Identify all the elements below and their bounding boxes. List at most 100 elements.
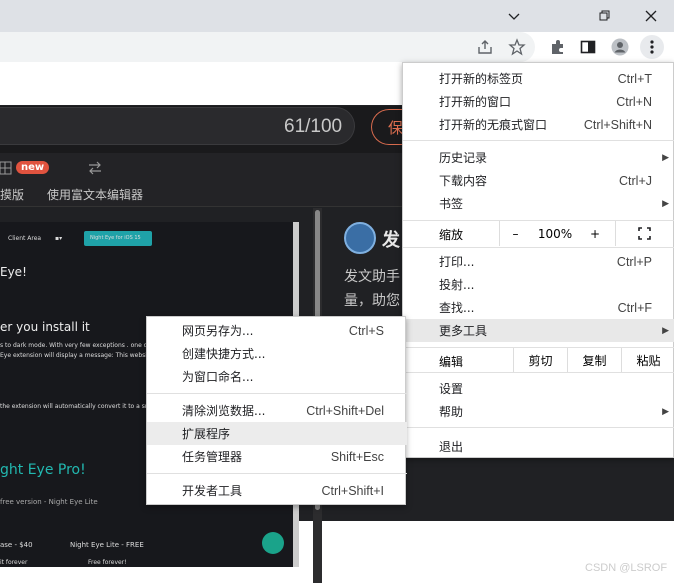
- submenu-item-label: 创建快捷方式...: [182, 347, 266, 361]
- submenu-item-label: 任务管理器: [182, 450, 243, 464]
- submenu-item-shortcut: Ctrl+Shift+Del: [306, 403, 384, 418]
- submenu-extensions[interactable]: 扩展程序: [147, 422, 407, 445]
- menu-more-tools[interactable]: 更多工具 ▶: [403, 319, 674, 342]
- assistant-line1: 发文助手: [344, 269, 400, 285]
- menu-bookmarks[interactable]: 书签 ▶: [403, 192, 674, 215]
- submenu-task-manager[interactable]: 任务管理器 Shift+Esc: [147, 445, 407, 468]
- paste-button[interactable]: 粘贴: [621, 348, 674, 372]
- submenu-item-label: 网页另存为...: [182, 324, 254, 338]
- menu-item-shortcut: Ctrl+Shift+N: [583, 117, 652, 132]
- submenu-create-shortcut[interactable]: 创建快捷方式...: [147, 342, 407, 365]
- chat-icon[interactable]: [262, 532, 284, 554]
- title-bar: [0, 0, 674, 32]
- submenu-item-shortcut: Ctrl+S: [348, 323, 384, 338]
- menu-new-incognito[interactable]: 打开新的无痕式窗口 Ctrl+Shift+N: [403, 113, 674, 136]
- new-badge: new: [16, 161, 50, 174]
- char-counter: 61/100: [284, 116, 343, 137]
- menu-item-shortcut: Ctrl+T: [617, 71, 652, 86]
- menu-separator: [403, 140, 674, 141]
- menu-item-label: 书签: [439, 197, 464, 211]
- paste-label: 粘贴: [636, 353, 661, 368]
- menu-new-window[interactable]: 打开新的窗口 Ctrl+N: [403, 90, 674, 113]
- profile-icon[interactable]: [608, 35, 632, 59]
- close-button[interactable]: [628, 0, 674, 32]
- submenu-dev-tools[interactable]: 开发者工具 Ctrl+Shift+I: [147, 479, 407, 502]
- switch-editor-icon[interactable]: [87, 160, 103, 179]
- menu-item-label: 历史记录: [439, 151, 488, 165]
- chevron-right-icon: ▶: [662, 406, 669, 417]
- zoom-value-text: 100%: [537, 226, 573, 241]
- menu-item-label: 打开新的标签页: [439, 72, 524, 86]
- submenu-item-shortcut: Shift+Esc: [330, 449, 384, 464]
- zoom-label: 缩放: [439, 228, 464, 242]
- address-bar[interactable]: [0, 32, 535, 62]
- menu-item-label: 帮助: [439, 405, 464, 419]
- share-icon[interactable]: [473, 35, 497, 59]
- menu-item-label: 更多工具: [439, 324, 488, 338]
- embed-ios-button-label: Night Eye for iOS 15: [90, 235, 141, 241]
- menu-item-label: 设置: [439, 382, 464, 396]
- menu-separator: [403, 372, 674, 373]
- menu-item-label: 退出: [439, 440, 464, 454]
- kebab-menu-icon[interactable]: [640, 35, 664, 59]
- restore-icon: [599, 10, 610, 21]
- fullscreen-button[interactable]: [615, 221, 673, 246]
- submenu-save-page[interactable]: 网页另存为... Ctrl+S: [147, 319, 407, 342]
- menu-cast[interactable]: 投射...: [403, 273, 674, 296]
- submenu-name-window[interactable]: 为窗口命名...: [147, 365, 407, 388]
- embed-heading1: Eye!: [0, 265, 27, 279]
- submenu-item-label: 清除浏览数据...: [182, 404, 266, 418]
- menu-item-label: 投射...: [439, 278, 475, 292]
- menu-item-label: 下载内容: [439, 174, 488, 188]
- zoom-out-button[interactable]: –: [499, 221, 531, 246]
- assistant-title: 发: [382, 230, 400, 251]
- cut-button[interactable]: 剪切: [513, 348, 567, 372]
- template-icon[interactable]: [0, 160, 12, 179]
- rich-text-editor-label[interactable]: 使用富文本编辑器: [47, 186, 143, 203]
- submenu-separator: [147, 393, 407, 394]
- menu-edit-row: 编辑 剪切 复制 粘贴: [403, 348, 674, 372]
- menu-separator: [403, 427, 674, 428]
- menu-downloads[interactable]: 下载内容 Ctrl+J: [403, 169, 674, 192]
- menu-item-label: 打开新的窗口: [439, 95, 512, 109]
- copy-label: 复制: [582, 353, 607, 368]
- submenu-item-shortcut: Ctrl+Shift+I: [321, 483, 384, 498]
- submenu-item-label: 扩展程序: [182, 427, 231, 441]
- menu-item-label: 查找...: [439, 301, 475, 315]
- menu-settings[interactable]: 设置: [403, 377, 674, 400]
- chevron-right-icon: ▶: [662, 325, 669, 336]
- assistant-avatar: [344, 222, 376, 254]
- side-panel-icon[interactable]: [576, 35, 600, 59]
- menu-new-tab[interactable]: 打开新的标签页 Ctrl+T: [403, 67, 674, 90]
- embed-free: free version - Night Eye Lite: [0, 498, 98, 506]
- embed-price1: ase - $40: [0, 541, 33, 549]
- submenu-item-label: 为窗口命名...: [182, 370, 254, 384]
- menu-item-label: 打印...: [439, 255, 475, 269]
- menu-find[interactable]: 查找... Ctrl+F: [403, 296, 674, 319]
- submenu-clear-data[interactable]: 清除浏览数据... Ctrl+Shift+Del: [147, 399, 407, 422]
- embed-para1: s to dark mode. With very few exceptions…: [0, 342, 166, 349]
- watermark: CSDN @LSROF: [585, 562, 668, 574]
- copy-button[interactable]: 复制: [567, 348, 621, 372]
- chevron-right-icon: ▶: [662, 198, 669, 209]
- menu-exit[interactable]: 退出: [403, 435, 674, 458]
- menu-history[interactable]: 历史记录 ▶: [403, 146, 674, 169]
- embed-para3: the extension will automatically convert…: [0, 403, 165, 410]
- embed-foot1: it forever: [0, 559, 28, 566]
- menu-item-shortcut: Ctrl+P: [616, 254, 652, 269]
- puzzle-icon[interactable]: [546, 35, 570, 59]
- menu-zoom-row: 缩放 – 100% +: [403, 221, 674, 246]
- menu-item-shortcut: Ctrl+N: [616, 94, 652, 109]
- menu-separator: [403, 247, 674, 248]
- zoom-in-button[interactable]: +: [579, 221, 611, 246]
- star-icon[interactable]: [505, 35, 529, 59]
- menu-print[interactable]: 打印... Ctrl+P: [403, 250, 674, 273]
- restore-button[interactable]: [582, 0, 628, 32]
- minimize-button[interactable]: [491, 0, 537, 32]
- zoom-in-label: +: [589, 226, 601, 241]
- zoom-out-label: –: [512, 226, 519, 241]
- menu-item-shortcut: Ctrl+J: [619, 173, 652, 188]
- embed-pro: ght Eye Pro!: [0, 462, 86, 478]
- template-tool-label[interactable]: 摸版: [0, 186, 24, 203]
- menu-help[interactable]: 帮助 ▶: [403, 400, 674, 423]
